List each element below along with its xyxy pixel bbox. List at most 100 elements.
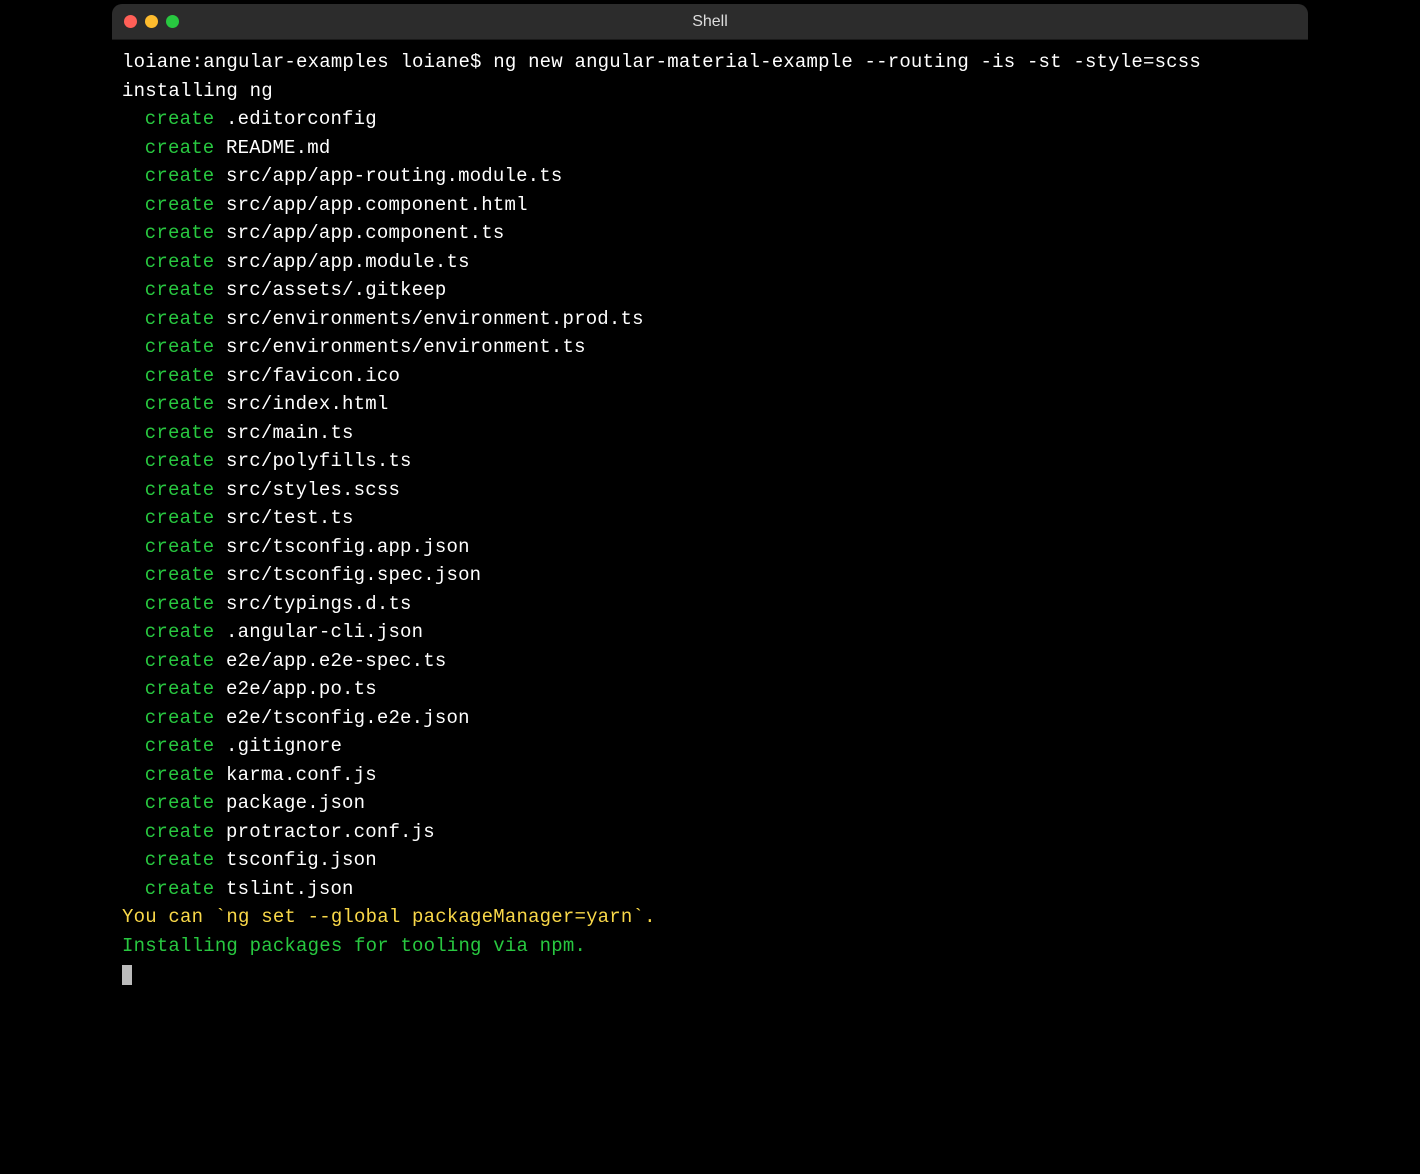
indent bbox=[122, 647, 145, 676]
create-label: create bbox=[145, 279, 215, 301]
create-label: create bbox=[145, 393, 215, 415]
file-name: README.md bbox=[226, 137, 330, 159]
file-name: src/main.ts bbox=[226, 422, 354, 444]
installing-line: installing ng bbox=[122, 77, 1298, 106]
indent bbox=[122, 875, 145, 904]
create-line: create src/app/app.module.ts bbox=[122, 248, 1298, 277]
window-title: Shell bbox=[112, 13, 1308, 31]
create-label: create bbox=[145, 450, 215, 472]
create-line: create tsconfig.json bbox=[122, 846, 1298, 875]
file-name: src/index.html bbox=[226, 393, 388, 415]
create-line: create README.md bbox=[122, 134, 1298, 163]
create-label: create bbox=[145, 564, 215, 586]
close-icon[interactable] bbox=[124, 15, 137, 28]
create-label: create bbox=[145, 536, 215, 558]
file-name: .gitignore bbox=[226, 735, 342, 757]
create-label: create bbox=[145, 336, 215, 358]
create-label: create bbox=[145, 650, 215, 672]
create-line: create e2e/app.e2e-spec.ts bbox=[122, 647, 1298, 676]
create-line: create package.json bbox=[122, 789, 1298, 818]
indent bbox=[122, 390, 145, 419]
create-label: create bbox=[145, 821, 215, 843]
create-line: create e2e/app.po.ts bbox=[122, 675, 1298, 704]
file-name: .editorconfig bbox=[226, 108, 377, 130]
indent bbox=[122, 818, 145, 847]
create-label: create bbox=[145, 165, 215, 187]
create-label: create bbox=[145, 479, 215, 501]
create-label: create bbox=[145, 878, 215, 900]
window-controls bbox=[112, 15, 179, 28]
indent bbox=[122, 476, 145, 505]
indent bbox=[122, 504, 145, 533]
indent bbox=[122, 134, 145, 163]
zoom-icon[interactable] bbox=[166, 15, 179, 28]
create-line: create src/main.ts bbox=[122, 419, 1298, 448]
indent bbox=[122, 447, 145, 476]
create-line: create src/environments/environment.prod… bbox=[122, 305, 1298, 334]
file-name: src/app/app-routing.module.ts bbox=[226, 165, 562, 187]
file-name: tslint.json bbox=[226, 878, 354, 900]
create-label: create bbox=[145, 707, 215, 729]
indent bbox=[122, 789, 145, 818]
create-line: create tslint.json bbox=[122, 875, 1298, 904]
indent bbox=[122, 846, 145, 875]
create-line: create .editorconfig bbox=[122, 105, 1298, 134]
indent bbox=[122, 219, 145, 248]
create-label: create bbox=[145, 137, 215, 159]
file-name: src/environments/environment.ts bbox=[226, 336, 586, 358]
indent bbox=[122, 276, 145, 305]
create-line: create src/tsconfig.spec.json bbox=[122, 561, 1298, 590]
create-label: create bbox=[145, 621, 215, 643]
indent bbox=[122, 704, 145, 733]
file-name: e2e/app.po.ts bbox=[226, 678, 377, 700]
create-label: create bbox=[145, 222, 215, 244]
create-label: create bbox=[145, 507, 215, 529]
create-line: create .angular-cli.json bbox=[122, 618, 1298, 647]
indent bbox=[122, 105, 145, 134]
create-label: create bbox=[145, 764, 215, 786]
file-name: src/polyfills.ts bbox=[226, 450, 412, 472]
indent bbox=[122, 191, 145, 220]
terminal-output[interactable]: loiane:angular-examples loiane$ ng new a… bbox=[112, 40, 1308, 993]
create-line: create src/app/app.component.ts bbox=[122, 219, 1298, 248]
indent bbox=[122, 362, 145, 391]
create-label: create bbox=[145, 422, 215, 444]
create-line: create src/test.ts bbox=[122, 504, 1298, 533]
hint-line: You can `ng set --global packageManager=… bbox=[122, 903, 1298, 932]
create-line: create protractor.conf.js bbox=[122, 818, 1298, 847]
indent bbox=[122, 590, 145, 619]
file-name: protractor.conf.js bbox=[226, 821, 435, 843]
file-name: src/app/app.module.ts bbox=[226, 251, 470, 273]
file-name: e2e/app.e2e-spec.ts bbox=[226, 650, 446, 672]
cursor-icon bbox=[122, 965, 132, 985]
create-label: create bbox=[145, 251, 215, 273]
indent bbox=[122, 162, 145, 191]
file-name: e2e/tsconfig.e2e.json bbox=[226, 707, 470, 729]
minimize-icon[interactable] bbox=[145, 15, 158, 28]
indent bbox=[122, 333, 145, 362]
terminal-window: Shell loiane:angular-examples loiane$ ng… bbox=[112, 4, 1308, 993]
window-titlebar: Shell bbox=[112, 4, 1308, 40]
status-line: Installing packages for tooling via npm. bbox=[122, 932, 1298, 961]
file-name: src/environments/environment.prod.ts bbox=[226, 308, 644, 330]
file-name: src/app/app.component.ts bbox=[226, 222, 504, 244]
file-name: src/tsconfig.spec.json bbox=[226, 564, 481, 586]
indent bbox=[122, 533, 145, 562]
indent bbox=[122, 248, 145, 277]
indent bbox=[122, 561, 145, 590]
indent bbox=[122, 761, 145, 790]
create-line: create src/assets/.gitkeep bbox=[122, 276, 1298, 305]
create-line: create src/index.html bbox=[122, 390, 1298, 419]
create-label: create bbox=[145, 593, 215, 615]
file-name: src/test.ts bbox=[226, 507, 354, 529]
create-line: create karma.conf.js bbox=[122, 761, 1298, 790]
prompt-line: loiane:angular-examples loiane$ ng new a… bbox=[122, 48, 1298, 77]
create-line: create src/styles.scss bbox=[122, 476, 1298, 505]
create-label: create bbox=[145, 735, 215, 757]
create-label: create bbox=[145, 678, 215, 700]
file-name: src/typings.d.ts bbox=[226, 593, 412, 615]
create-label: create bbox=[145, 365, 215, 387]
create-line: create src/app/app-routing.module.ts bbox=[122, 162, 1298, 191]
create-label: create bbox=[145, 194, 215, 216]
indent bbox=[122, 732, 145, 761]
